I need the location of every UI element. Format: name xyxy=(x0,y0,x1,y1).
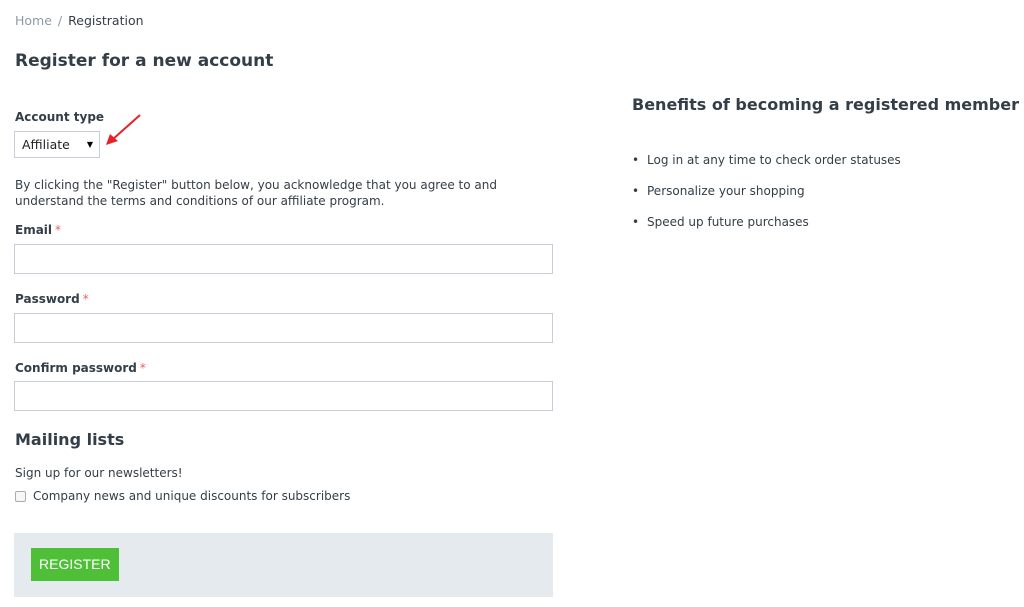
email-label-text: Email xyxy=(15,223,53,237)
benefits-list: • Log in at any time to check order statu… xyxy=(632,153,901,246)
newsletter-option[interactable]: Company news and unique discounts for su… xyxy=(15,489,350,503)
benefit-text: Personalize your shopping xyxy=(647,184,805,198)
bullet-icon: • xyxy=(632,153,640,167)
breadcrumb-separator: / xyxy=(57,13,63,28)
account-type-select[interactable]: Affiliate ▼ xyxy=(14,131,100,158)
form-actions-panel: REGISTER xyxy=(14,533,553,597)
chevron-down-icon: ▼ xyxy=(86,140,93,149)
email-label: Email * xyxy=(15,223,61,237)
list-item: • Speed up future purchases xyxy=(632,215,901,246)
password-label-text: Password xyxy=(15,292,80,306)
required-marker: * xyxy=(82,292,89,306)
required-marker: * xyxy=(55,223,62,237)
bullet-icon: • xyxy=(632,215,640,229)
account-type-label: Account type xyxy=(15,110,105,124)
terms-description: By clicking the "Register" button below,… xyxy=(15,178,497,208)
bullet-icon: • xyxy=(632,184,640,198)
annotation-arrow-icon xyxy=(106,114,141,145)
list-item: • Personalize your shopping xyxy=(632,184,901,215)
newsletter-checkbox[interactable] xyxy=(15,490,26,502)
benefit-text: Log in at any time to check order status… xyxy=(647,153,901,167)
confirm-password-label: Confirm password * xyxy=(15,361,146,375)
account-type-value: Affiliate xyxy=(22,137,70,152)
mailing-lists-title: Mailing lists xyxy=(15,430,125,449)
password-field[interactable] xyxy=(14,313,553,343)
email-field[interactable] xyxy=(14,244,553,274)
newsletter-subtitle: Sign up for our newsletters! xyxy=(15,466,183,480)
breadcrumb-home-link[interactable]: Home xyxy=(15,13,52,28)
breadcrumb: Home / Registration xyxy=(15,13,144,28)
newsletter-checkbox-label[interactable]: Company news and unique discounts for su… xyxy=(33,489,350,503)
list-item: • Log in at any time to check order statu… xyxy=(632,153,901,184)
benefit-text: Speed up future purchases xyxy=(647,215,809,229)
benefits-title: Benefits of becoming a registered member xyxy=(632,95,1019,114)
breadcrumb-current: Registration xyxy=(68,13,144,28)
password-label: Password * xyxy=(15,292,89,306)
register-button[interactable]: REGISTER xyxy=(31,548,119,581)
confirm-password-field[interactable] xyxy=(14,381,553,411)
page-title: Register for a new account xyxy=(15,51,274,71)
required-marker: * xyxy=(139,361,146,375)
confirm-password-label-text: Confirm password xyxy=(15,361,137,375)
